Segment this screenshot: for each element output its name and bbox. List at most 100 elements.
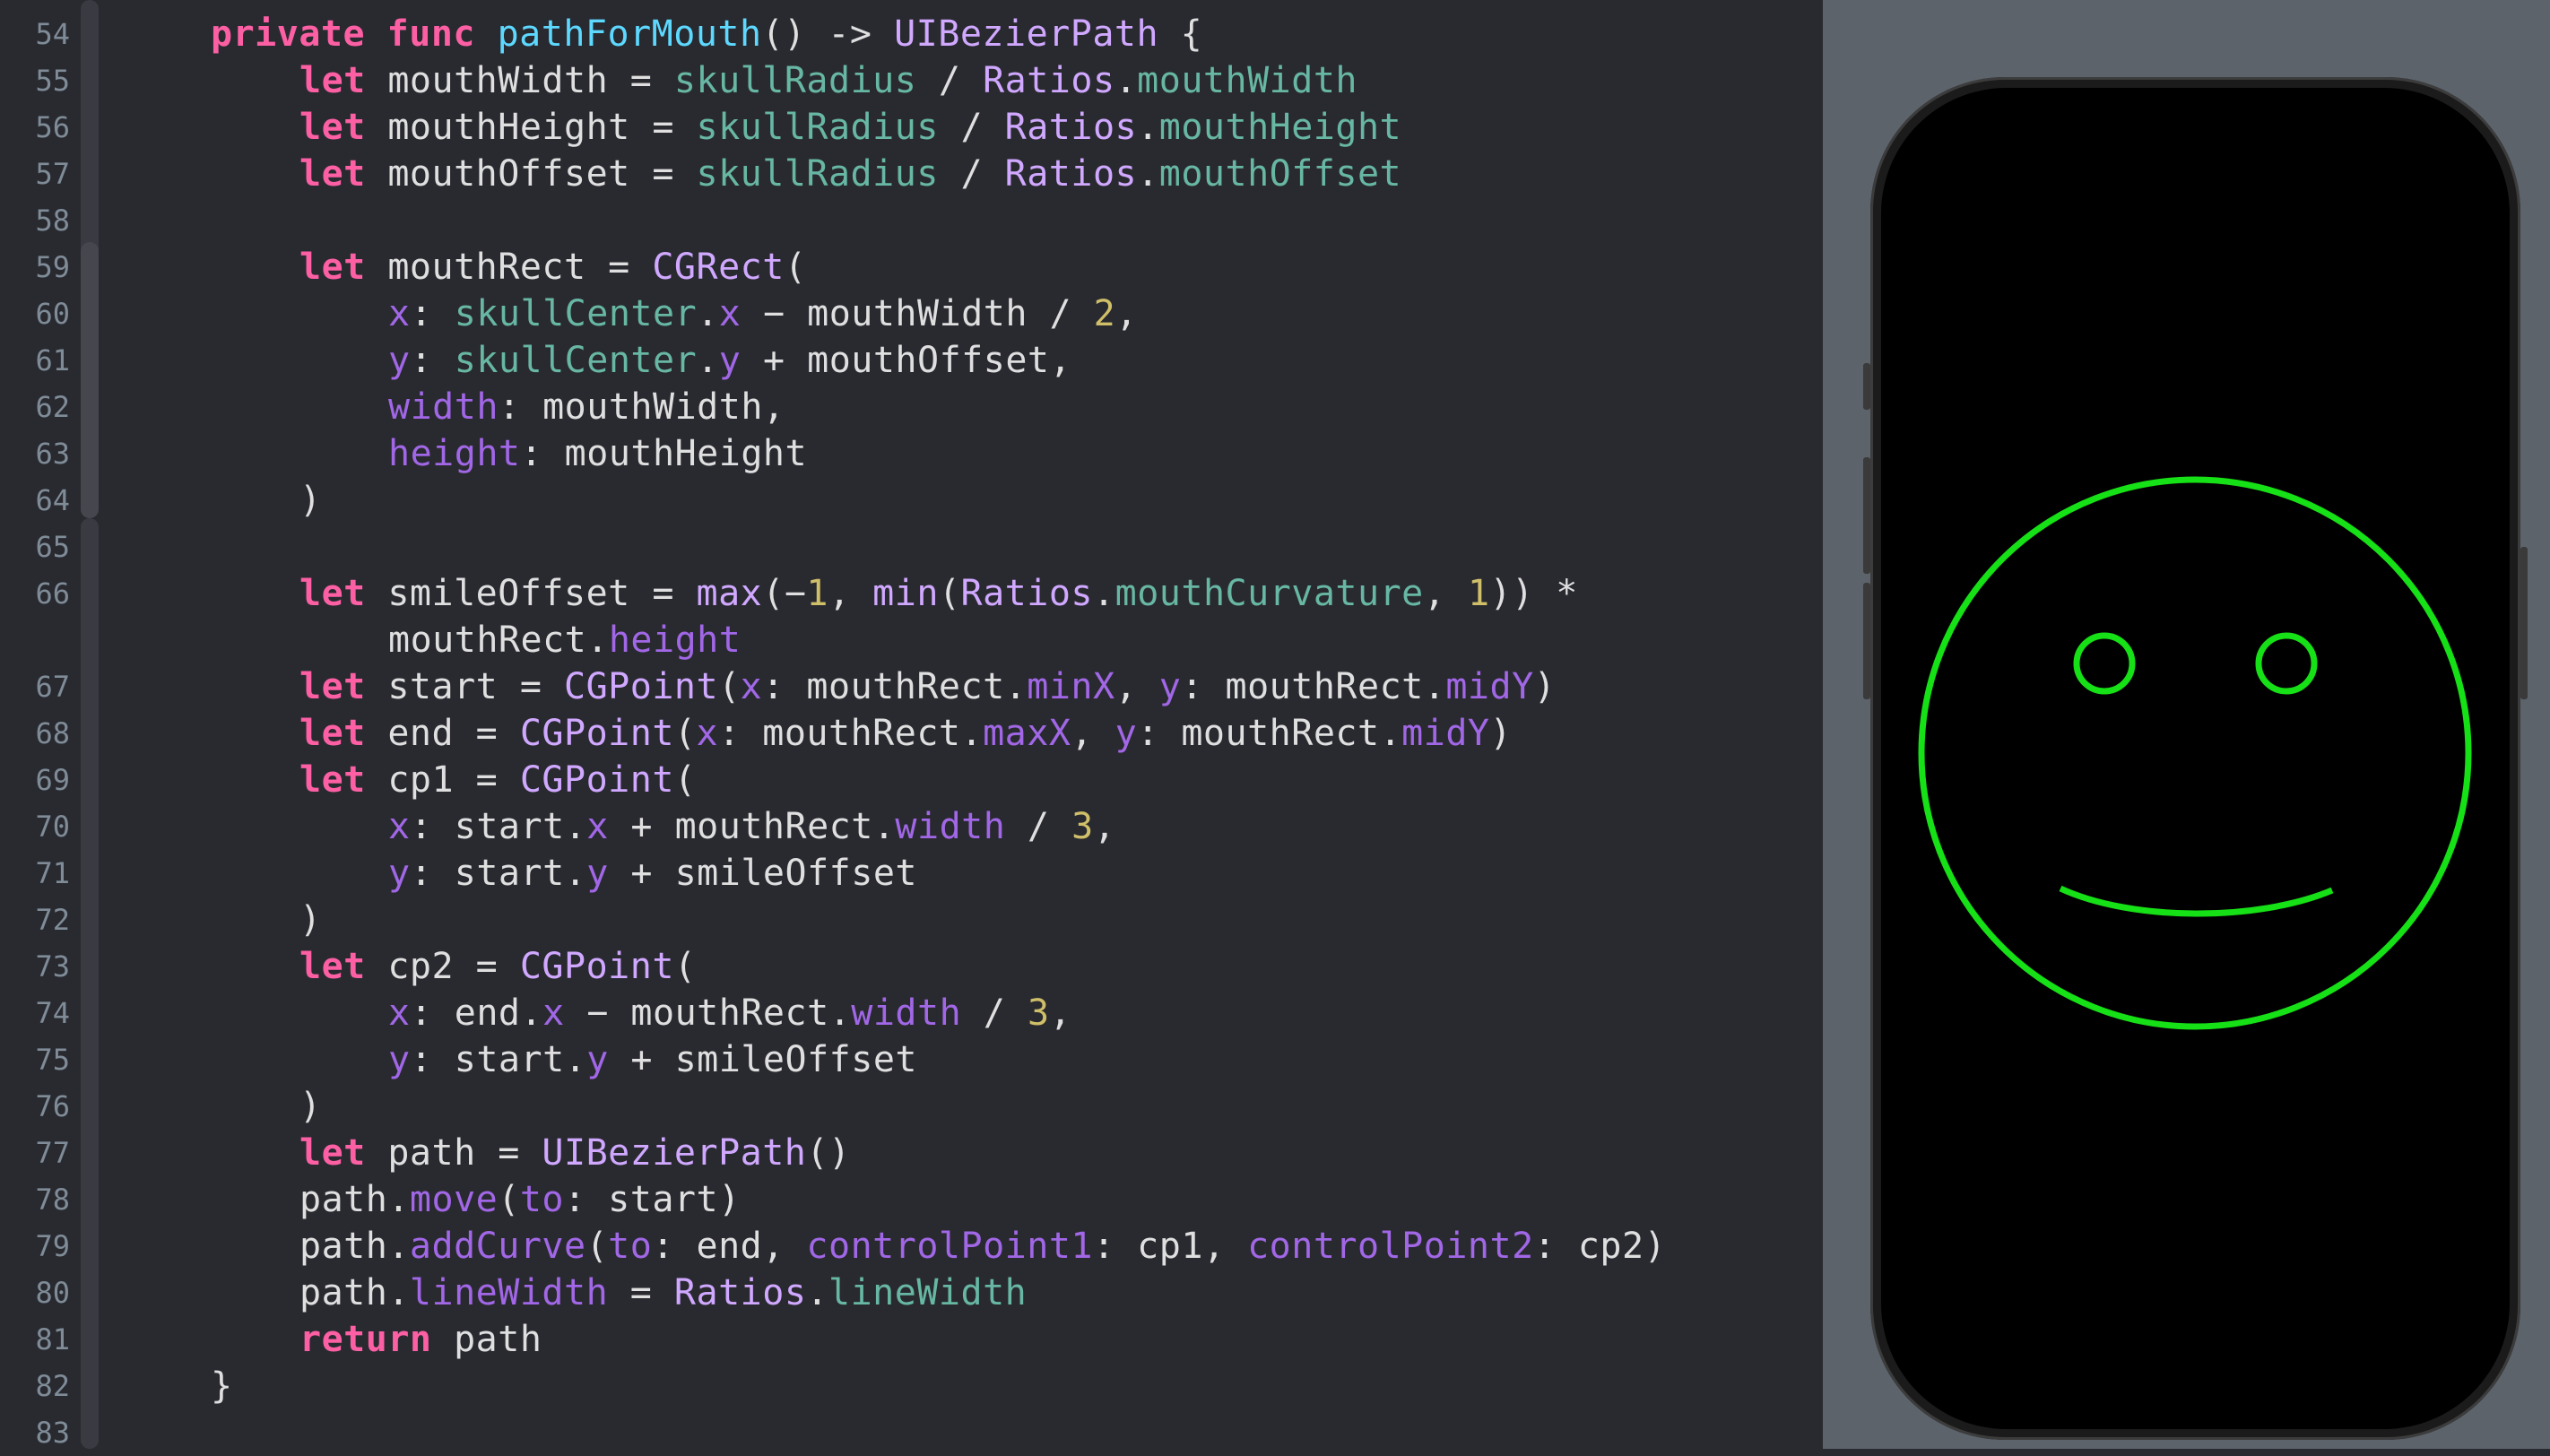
code-token: y xyxy=(1115,713,1138,754)
code-token: : start. xyxy=(410,853,587,894)
code-line[interactable]: height: mouthHeight xyxy=(388,430,807,477)
code-token: ( xyxy=(498,1179,520,1220)
line-number: 69 xyxy=(35,763,70,797)
code-token: )) xyxy=(1489,573,1534,614)
code-token: x xyxy=(718,293,742,334)
code-line[interactable]: y: skullCenter.y + mouthOffset, xyxy=(388,337,1071,384)
code-token: . xyxy=(697,293,719,334)
code-token: / xyxy=(961,992,1028,1034)
code-line[interactable]: ) xyxy=(299,1083,322,1130)
code-token: y xyxy=(1158,666,1182,707)
code-token: ( xyxy=(673,759,697,801)
code-line[interactable]: let mouthOffset = skullRadius / Ratios.m… xyxy=(299,151,1401,197)
code-line[interactable]: let mouthWidth = skullRadius / Ratios.mo… xyxy=(299,57,1357,104)
code-line[interactable]: ) xyxy=(299,477,322,524)
code-token: start = xyxy=(365,666,564,707)
code-line[interactable]: ) xyxy=(299,897,322,943)
line-number: 58 xyxy=(35,204,70,238)
code-line[interactable]: x: skullCenter.x − mouthWidth / 2, xyxy=(388,290,1138,337)
line-number: 78 xyxy=(35,1183,70,1217)
line-number: 76 xyxy=(35,1089,70,1123)
code-token: ) xyxy=(299,480,322,521)
code-line[interactable]: let start = CGPoint(x: mouthRect.minX, y… xyxy=(299,663,1556,710)
face-view xyxy=(1918,476,2472,1030)
code-token: private xyxy=(211,13,366,55)
code-token: path. xyxy=(299,1226,410,1267)
code-token: ) xyxy=(299,899,322,940)
code-token: + mouthOffset, xyxy=(741,340,1072,381)
code-token: maxX xyxy=(983,713,1071,754)
code-token: : mouthWidth, xyxy=(498,386,785,428)
code-line[interactable]: let mouthRect = CGRect( xyxy=(299,244,806,290)
code-token: { xyxy=(1158,13,1203,55)
line-number: 74 xyxy=(35,996,70,1030)
code-token: y xyxy=(388,1039,411,1080)
code-line[interactable]: return path xyxy=(299,1316,542,1363)
code-token: x xyxy=(388,293,411,334)
code-token: height xyxy=(608,620,742,661)
code-line[interactable]: let end = CGPoint(x: mouthRect.maxX, y: … xyxy=(299,710,1512,757)
code-token: / xyxy=(938,107,1005,148)
code-line[interactable]: let cp2 = CGPoint( xyxy=(299,943,697,990)
code-token: y xyxy=(388,853,411,894)
code-editor[interactable]: 54 55 56 57 58 59 60 61 62 63 64 65 66 67 68 69 70 71 72 73… xyxy=(0,0,1823,1450)
code-line[interactable]: y: start.y + smileOffset xyxy=(388,850,917,897)
code-token: lineWidth xyxy=(828,1272,1028,1313)
line-number: 54 xyxy=(35,17,70,51)
code-token: func xyxy=(386,13,475,55)
code-token: y xyxy=(586,1039,609,1080)
line-number: 60 xyxy=(35,297,70,331)
code-token: let xyxy=(299,153,366,195)
code-line[interactable]: path.lineWidth = Ratios.lineWidth xyxy=(299,1270,1027,1316)
line-number: 71 xyxy=(35,856,70,890)
code-token: minX xyxy=(1027,666,1115,707)
code-token: midY xyxy=(1401,713,1490,754)
code-token: − mouthRect. xyxy=(564,992,852,1034)
face-left-eye xyxy=(2073,632,2136,695)
line-number: 59 xyxy=(35,250,70,284)
code-token: / xyxy=(916,60,984,101)
code-line[interactable]: let cp1 = CGPoint( xyxy=(299,757,697,803)
code-line[interactable]: x: start.x + mouthRect.width / 3, xyxy=(388,803,1115,850)
code-token: let xyxy=(299,107,366,148)
code-token: ( xyxy=(718,666,741,707)
code-token: () -> xyxy=(761,13,895,55)
code-line[interactable]: y: start.y + smileOffset xyxy=(388,1036,917,1083)
line-number: 77 xyxy=(35,1136,70,1170)
code-line[interactable]: path.addCurve(to: end, controlPoint1: cp… xyxy=(299,1223,1666,1270)
line-number: 63 xyxy=(35,437,70,471)
phone-power-button xyxy=(2520,547,2528,699)
code-token: y xyxy=(586,853,609,894)
code-line[interactable]: } xyxy=(211,1363,233,1409)
code-token: width xyxy=(895,806,1006,847)
code-token: : xyxy=(410,340,455,381)
code-line[interactable]: let smileOffset = max(−1, min(Ratios.mou… xyxy=(299,570,1578,617)
code-line[interactable]: let path = UIBezierPath() xyxy=(299,1130,851,1176)
line-number: 80 xyxy=(35,1276,70,1310)
code-line[interactable]: mouthRect.height xyxy=(388,617,741,663)
code-token: controlPoint1 xyxy=(806,1226,1093,1267)
code-token: 3 xyxy=(1071,806,1094,847)
phone-volume-down-button xyxy=(1863,583,1870,699)
line-number: 79 xyxy=(35,1229,70,1263)
code-token: . xyxy=(1115,60,1138,101)
line-number: 67 xyxy=(35,670,70,704)
line-number: 83 xyxy=(35,1416,70,1450)
code-line[interactable]: x: end.x − mouthRect.width / 3, xyxy=(388,990,1071,1036)
code-token: let xyxy=(299,946,366,987)
code-token: : start) xyxy=(564,1179,741,1220)
line-number: 66 xyxy=(35,576,70,611)
code-token: ( xyxy=(938,573,961,614)
code-fold-ribbon[interactable] xyxy=(81,242,99,518)
code-token: path = xyxy=(365,1132,542,1174)
code-line[interactable]: path.move(to: start) xyxy=(299,1176,741,1223)
code-fold-ribbon[interactable] xyxy=(81,518,99,1449)
code-line[interactable]: width: mouthWidth, xyxy=(388,384,785,430)
code-token: . xyxy=(806,1272,829,1313)
code-token: (− xyxy=(762,573,807,614)
code-token: x xyxy=(696,713,719,754)
code-line[interactable]: let mouthHeight = skullRadius / Ratios.m… xyxy=(299,104,1401,151)
code-token: , xyxy=(1049,992,1072,1034)
code-token: min xyxy=(872,573,939,614)
code-line[interactable]: private func pathForMouth() -> UIBezierP… xyxy=(211,11,1202,57)
